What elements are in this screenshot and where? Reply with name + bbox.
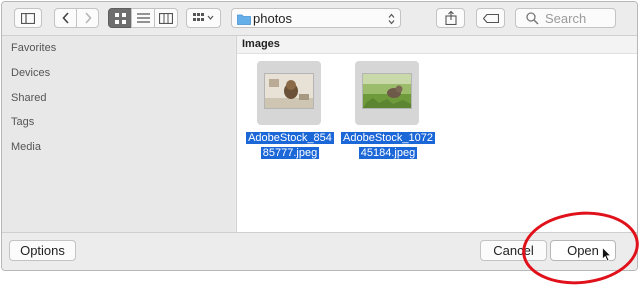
share-icon bbox=[444, 11, 457, 25]
sidebar-toggle-icon bbox=[21, 12, 35, 24]
file-browser: Images AdobeStock_854 85777.jpeg AdobeSt… bbox=[236, 36, 637, 232]
file-thumbnail bbox=[264, 73, 314, 109]
section-header: Images bbox=[237, 36, 637, 54]
file-name: AdobeStock_854 85777.jpeg bbox=[240, 131, 340, 161]
list-view-icon bbox=[136, 13, 150, 23]
file-item[interactable]: AdobeStock_1072 45184.jpeg bbox=[338, 56, 438, 166]
tag-icon bbox=[482, 13, 499, 23]
share-button[interactable] bbox=[436, 8, 465, 28]
list-view-button[interactable] bbox=[131, 8, 155, 28]
forward-arrow-icon bbox=[84, 12, 92, 24]
tag-button[interactable] bbox=[476, 8, 505, 28]
file-name: AdobeStock_1072 45184.jpeg bbox=[338, 131, 438, 161]
path-popup[interactable]: photos bbox=[231, 8, 401, 28]
file-name-line-2: 85777.jpeg bbox=[260, 147, 320, 159]
back-button[interactable] bbox=[54, 8, 77, 28]
search-field[interactable]: Search bbox=[515, 8, 616, 28]
sidebar-item-favorites[interactable]: Favorites bbox=[11, 42, 56, 54]
toolbar: photos Search bbox=[2, 2, 637, 36]
column-view-icon bbox=[159, 12, 173, 24]
group-by-button[interactable] bbox=[186, 8, 221, 28]
section-title: Images bbox=[242, 38, 280, 50]
folder-icon bbox=[237, 12, 251, 30]
sidebar-item-shared[interactable]: Shared bbox=[11, 92, 46, 104]
file-name-line-1: AdobeStock_1072 bbox=[341, 132, 435, 144]
column-view-button[interactable] bbox=[154, 8, 178, 28]
sidebar-item-media[interactable]: Media bbox=[11, 141, 41, 153]
sidebar: Favorites Devices Shared Tags Media bbox=[2, 36, 235, 232]
options-button[interactable]: Options bbox=[9, 240, 76, 261]
mouse-pointer-icon bbox=[602, 246, 612, 267]
file-name-line-1: AdobeStock_854 bbox=[246, 132, 334, 144]
sidebar-item-tags[interactable]: Tags bbox=[11, 116, 34, 128]
icon-view-icon bbox=[114, 12, 126, 24]
sidebar-toggle-button[interactable] bbox=[14, 8, 42, 28]
sidebar-item-devices[interactable]: Devices bbox=[11, 67, 50, 79]
search-icon bbox=[526, 12, 539, 30]
icon-view-button[interactable] bbox=[108, 8, 132, 28]
path-label: photos bbox=[253, 11, 293, 26]
file-name-line-2: 45184.jpeg bbox=[358, 147, 418, 159]
file-thumbnail bbox=[362, 73, 412, 109]
updown-chevron-icon bbox=[388, 12, 395, 30]
group-by-icon bbox=[192, 13, 215, 23]
forward-button[interactable] bbox=[76, 8, 99, 28]
back-arrow-icon bbox=[61, 12, 70, 24]
file-item[interactable]: AdobeStock_854 85777.jpeg bbox=[240, 56, 340, 166]
search-placeholder: Search bbox=[545, 11, 587, 26]
